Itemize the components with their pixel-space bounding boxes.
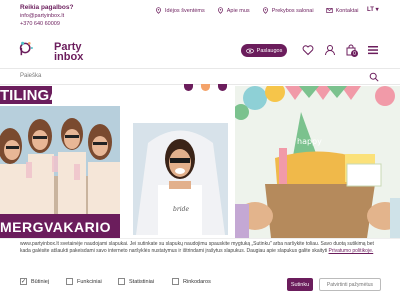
toplink-stores[interactable]: Prekybos salonai (262, 7, 314, 14)
services-label: Paslaugos (256, 47, 283, 54)
logo-icon (19, 41, 33, 56)
search-bar[interactable]: Paieška (0, 68, 400, 85)
confirm-selected-button[interactable]: Patvirtinti pažymėtus (319, 278, 381, 291)
slider-dot[interactable] (184, 84, 193, 91)
checkbox-icon[interactable] (66, 278, 73, 285)
cookie-message: www.partyinbox.lt svetainėje naudojami s… (20, 241, 374, 254)
eye-icon (245, 48, 254, 53)
cookie-option-statistics[interactable]: Statistiniai (118, 278, 154, 285)
privacy-policy-link[interactable]: Privatumo politikoje. (329, 248, 374, 254)
cookie-option-functional[interactable]: Funkciniai (66, 278, 102, 285)
slider-dot[interactable] (201, 84, 210, 91)
logo-line-inbox: inbox (54, 51, 84, 63)
cookie-option-marketing[interactable]: Rinkodaros (172, 278, 211, 285)
map-pin-icon (217, 7, 223, 14)
cookie-option-label: Rinkodaros (183, 278, 211, 285)
chevron-down-icon: ▾ (375, 7, 379, 13)
top-links: Idėjos šventėms Apie mus Prekybos salona… (155, 7, 371, 14)
help-block: Reikia pagalbos? info@partyinbox.lt +370… (20, 4, 73, 28)
services-button[interactable]: Paslaugos (241, 44, 287, 57)
toplink-contacts[interactable]: Kontaktai (325, 7, 359, 14)
cookie-option-necessary[interactable]: ✓ Būtiniej (20, 278, 49, 285)
svg-text:bride: bride (173, 206, 189, 213)
map-pin-icon (156, 7, 161, 14)
party-box-photo: happy (235, 86, 400, 238)
menu-icon[interactable] (367, 44, 379, 56)
language-selector[interactable]: LT ▾ (367, 6, 379, 13)
cookie-option-label: Statistiniai (129, 278, 155, 285)
language-label: LT (367, 7, 374, 13)
bride-veil-photo: bride (133, 123, 228, 235)
toplink-ideas[interactable]: Idėjos šventėms (155, 7, 205, 14)
cookie-option-label: Funkciniai (77, 278, 102, 285)
toplink-label: Apie mus (226, 7, 250, 14)
mail-icon (325, 8, 333, 13)
help-phone-link[interactable]: +370 640 60009 (20, 20, 73, 28)
accept-cookies-button[interactable]: Sutinku (287, 278, 313, 291)
cookie-option-label: Būtiniej (31, 278, 50, 285)
cookie-text-block: www.partyinbox.lt svetainėje naudojami s… (20, 241, 382, 255)
help-title: Reikia pagalbos? (20, 4, 74, 11)
slider-dot[interactable] (218, 84, 227, 91)
toplink-label: Idėjos šventėms (165, 7, 205, 14)
checkbox-icon[interactable] (172, 278, 179, 285)
map-pin-icon (262, 7, 268, 14)
svg-text:happy: happy (297, 137, 322, 146)
checkbox-icon[interactable] (118, 278, 125, 285)
logo-wordmark: Party inbox (54, 42, 84, 63)
help-email-link[interactable]: info@partyinbox.lt (20, 12, 73, 20)
search-icon[interactable] (369, 72, 379, 82)
top-bar: Reikia pagalbos? info@partyinbox.lt +370… (0, 0, 400, 32)
search-input[interactable]: Paieška (20, 73, 41, 79)
slider-dots (184, 84, 235, 91)
toplink-about[interactable]: Apie mus (217, 7, 250, 14)
banner-subline: MERGVAKARIO (0, 219, 112, 235)
toplink-label: Prekybos salonai (271, 7, 314, 14)
heart-icon[interactable] (302, 44, 314, 56)
cart-count-badge: 0 (351, 50, 358, 57)
toplink-label: Kontaktai (335, 7, 359, 14)
user-icon[interactable] (324, 44, 336, 56)
checkbox-checked-icon[interactable]: ✓ (20, 278, 27, 285)
banner-headline: TILINGA (0, 87, 60, 104)
party-women-photo (0, 106, 120, 214)
